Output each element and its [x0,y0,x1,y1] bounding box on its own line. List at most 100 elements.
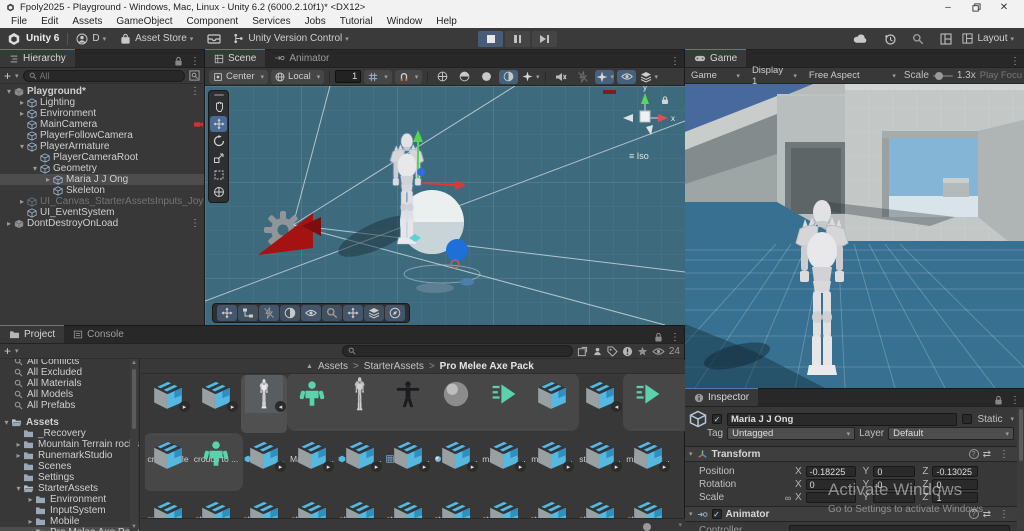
asset-expand-badge[interactable]: ▸ [371,461,382,472]
cloud-icon[interactable] [853,34,868,44]
favorite-filter-icon[interactable] [637,346,648,357]
asset-item[interactable]: ▸ [529,495,575,518]
tab-console[interactable]: Console [64,325,133,343]
breadcrumb-segment[interactable]: StarterAssets [364,361,424,372]
asset-item[interactable]: ▸standing l... [385,435,431,493]
folder-item[interactable]: ▸RunemarkStudio [0,450,139,461]
asset-item[interactable]: ◂Maria ... [241,375,287,433]
asset-item[interactable]: ▸standing ... [577,435,623,493]
hierarchy-item[interactable]: ▸UI_Canvas_StarterAssetsInputs_Joystic [0,196,204,207]
lock-icon[interactable] [174,56,183,67]
layout-icon[interactable] [940,33,952,45]
minimize-button[interactable]: – [934,0,962,14]
kebab-icon[interactable]: ⋮ [995,509,1013,520]
hierarchy-item[interactable]: Skeleton [0,185,204,196]
hierarchy-item[interactable]: PlayerFollowCamera [0,130,204,141]
animator-header[interactable]: ▾ ✓ Animator ? ⇄ ⋮ [685,506,1017,522]
favorite-item[interactable]: All Materials [0,378,139,389]
project-search-input[interactable] [342,345,573,357]
vis-toggle-3[interactable] [617,70,636,84]
asset-expand-badge[interactable]: ▸ [227,401,238,412]
asset-item[interactable]: ▸standing l... [433,435,479,493]
asset-expand-badge[interactable]: ▸ [659,461,670,472]
folder-item[interactable]: InputSystem [0,505,139,516]
expander-icon[interactable]: ▾ [4,87,14,96]
move-tool-button[interactable] [210,116,227,132]
help-icon[interactable]: ? [969,449,979,459]
hierarchy-item[interactable]: ▸Lighting [0,97,204,108]
y-field[interactable]: 0 [873,479,915,490]
link-icon[interactable]: ∞ [781,493,795,503]
expander-icon[interactable]: ▸ [4,219,14,228]
step-button[interactable] [532,31,557,47]
favorite-item[interactable]: All Models [0,389,139,400]
folder-item[interactable]: ▾Assets [0,417,139,428]
search-overlay-button[interactable] [322,305,342,321]
folder-scrollbar[interactable]: ▲ ▼ [130,359,138,531]
asset-item[interactable]: ▸ [145,495,191,518]
asset-item[interactable]: ▸standing ... [337,435,383,493]
asset-item[interactable]: mixamori... [145,435,191,493]
active-checkbox[interactable]: ✓ [712,414,722,424]
snap-increment-input[interactable] [335,70,361,83]
tab-game[interactable]: Game [685,49,746,67]
expander-icon[interactable]: ▸ [17,98,27,107]
folder-item[interactable]: Scenes [0,461,139,472]
lock-icon[interactable] [994,395,1003,406]
play-button[interactable] [478,31,503,47]
folder-item[interactable]: ▸Mountain Terrain rocks an [0,439,139,450]
rect-tool-button[interactable] [210,167,227,183]
history-icon[interactable] [884,33,896,45]
compass-overlay-button[interactable] [385,305,405,321]
menu-window[interactable]: Window [380,14,430,28]
tab-animator[interactable]: Animator [265,49,338,67]
y-field[interactable]: 0 [873,466,915,477]
layout-dropdown[interactable]: Layout▾ [962,33,1014,44]
asset-store-button[interactable]: Asset Store▾ [120,33,193,45]
game-viewport[interactable] [685,84,1024,388]
expander-icon[interactable]: ▸ [17,109,27,118]
kebab-icon[interactable]: ⋮ [666,332,684,343]
asset-expand-badge[interactable]: ▸ [611,461,622,472]
vis-toggle-4[interactable]: ▾ [639,70,658,84]
add-dropdown-icon[interactable]: ▾ [15,72,19,80]
asset-item[interactable]: Maria_... [337,375,383,433]
play-focused-dropdown[interactable]: Play Focu [980,70,1022,81]
scroll-up-icon[interactable]: ▲ [130,359,138,367]
asset-item[interactable]: ▸standing l... [481,435,527,493]
kebab-icon[interactable]: ⋮ [1006,56,1024,67]
breadcrumb-segment[interactable]: Pro Melee Axe Pack [440,361,534,372]
asset-item[interactable]: ▸ [481,495,527,518]
asset-item[interactable]: ▸ [385,495,431,518]
foldout-icon[interactable]: ▾ [689,450,693,458]
favorite-item[interactable]: All Conflicts [0,359,139,367]
presets-icon[interactable]: ⇄ [983,449,991,460]
create-asset-button[interactable]: + [4,346,11,356]
kebab-icon[interactable]: ⋮ [995,449,1013,460]
magnet-snap-dropdown[interactable]: ▾ [395,70,423,84]
kebab-icon[interactable]: ⋮ [186,56,204,67]
scroll-down-icon[interactable]: ▼ [130,523,138,531]
hierarchy-item[interactable]: PlayerCameraRoot [0,152,204,163]
rotate-tool-button[interactable] [210,133,227,149]
warning-filter-icon[interactable] [622,346,633,357]
hierarchy-item[interactable]: ▸Maria J J Ong [0,174,204,185]
asset-item[interactable]: ▸standing j... [529,435,575,493]
asset-collapse-badge[interactable]: ◂ [611,401,622,412]
asset-item[interactable]: ▸standing ... [241,435,287,493]
z-field[interactable]: 1 [932,492,978,503]
z-field[interactable]: 0 [932,479,978,490]
collapse-icon[interactable]: ▲ [306,363,313,370]
static-checkbox[interactable] [962,414,972,424]
kebab-icon[interactable]: ⋮ [186,218,204,229]
folder-item[interactable]: Pro Melee Axe Pack▾ [0,527,139,531]
asset-item[interactable]: mixamori... [529,375,575,433]
object-name-field[interactable]: Maria J J Ong [727,413,957,426]
expander-icon[interactable]: ▸ [26,517,35,526]
drag-handle[interactable] [214,94,224,96]
lock-icon[interactable] [654,332,663,343]
asset-expand-badge[interactable]: ▸ [179,401,190,412]
asset-item[interactable]: ▸crouch to ... [193,375,239,433]
kebab-icon[interactable]: ⋮ [186,86,204,97]
menu-jobs[interactable]: Jobs [298,14,333,28]
